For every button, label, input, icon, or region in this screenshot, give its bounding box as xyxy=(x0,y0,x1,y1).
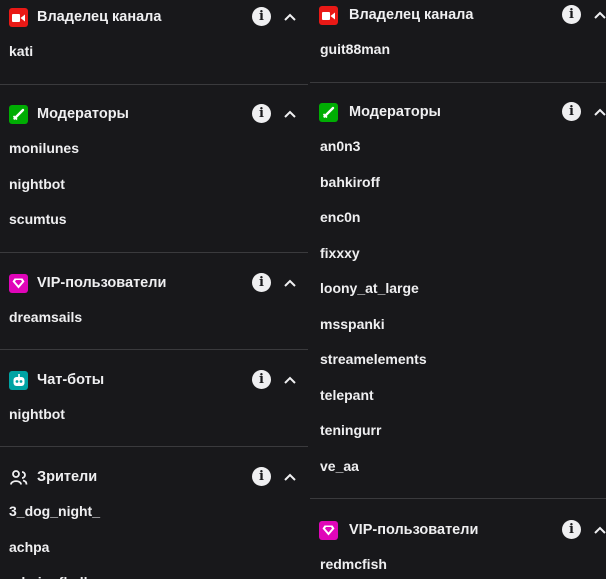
list-item[interactable]: streamelements xyxy=(310,342,606,378)
moderation-panels: Владелец канала i kati Модераторы i moni… xyxy=(0,0,606,579)
list-item[interactable]: scumtus xyxy=(0,202,308,238)
section-divider xyxy=(0,446,308,447)
chevron-up-icon[interactable] xyxy=(592,104,606,120)
viewers-section-header: Зрители i xyxy=(0,460,308,494)
section-divider xyxy=(310,498,606,499)
moderators-section-title: Модераторы xyxy=(349,104,441,120)
list-item[interactable]: teningurr xyxy=(310,413,606,449)
bots-section-title: Чат-боты xyxy=(37,372,105,388)
owner-section-header: Владелец канала i xyxy=(310,0,606,32)
video-camera-icon xyxy=(9,8,28,27)
info-icon[interactable]: i xyxy=(252,273,271,292)
section-divider xyxy=(0,84,308,85)
list-item[interactable]: enc0n xyxy=(310,200,606,236)
bots-section: Чат-боты i nightbot xyxy=(0,363,308,433)
vip-section-header: VIP-пользователи i xyxy=(310,513,606,547)
info-icon[interactable]: i xyxy=(252,467,271,486)
bots-section-header: Чат-боты i xyxy=(0,363,308,397)
chevron-up-icon[interactable] xyxy=(282,469,298,485)
chevron-up-icon[interactable] xyxy=(282,9,298,25)
info-icon[interactable]: i xyxy=(562,102,581,121)
chevron-up-icon[interactable] xyxy=(282,275,298,291)
list-item[interactable]: nightbot xyxy=(0,397,308,433)
moderators-section-title: Модераторы xyxy=(37,106,129,122)
right-chatters-panel: Владелец канала i guit88man Модераторы i… xyxy=(310,0,606,579)
moderators-user-list: monilunes nightbot scumtus xyxy=(0,131,308,238)
info-icon[interactable]: i xyxy=(252,104,271,123)
chevron-up-icon[interactable] xyxy=(592,522,606,538)
owner-section-header: Владелец канала i xyxy=(0,0,308,34)
list-item[interactable]: nightbot xyxy=(0,167,308,203)
list-item[interactable]: achpa xyxy=(0,530,308,566)
list-item[interactable]: dreamsails xyxy=(0,300,308,336)
vip-user-list: dreamsails xyxy=(0,300,308,336)
list-item[interactable]: an0n3 xyxy=(310,129,606,165)
diamond-icon xyxy=(9,274,28,293)
bots-user-list: nightbot xyxy=(0,397,308,433)
info-icon[interactable]: i xyxy=(252,370,271,389)
moderators-user-list: an0n3 bahkiroff enc0n fixxxy loony_at_la… xyxy=(310,129,606,484)
list-item[interactable]: msspanki xyxy=(310,307,606,343)
info-icon[interactable]: i xyxy=(562,5,581,24)
section-divider xyxy=(0,349,308,350)
owner-section-title: Владелец канала xyxy=(37,9,162,25)
left-chatters-panel: Владелец канала i kati Модераторы i moni… xyxy=(0,0,308,579)
info-icon[interactable]: i xyxy=(252,7,271,26)
chevron-up-icon[interactable] xyxy=(282,372,298,388)
list-item[interactable]: ve_aa xyxy=(310,449,606,485)
viewers-icon xyxy=(9,468,28,487)
owner-section: Владелец канала i guit88man xyxy=(310,0,606,68)
list-item[interactable]: kati xyxy=(0,34,308,70)
section-divider xyxy=(0,252,308,253)
viewers-section: Зрители i 3_dog_night_ achpa adminofhell xyxy=(0,460,308,579)
list-item[interactable]: fixxxy xyxy=(310,236,606,272)
moderators-section: Модераторы i an0n3 bahkiroff enc0n fixxx… xyxy=(310,95,606,484)
sword-icon xyxy=(9,105,28,124)
moderators-section: Модераторы i monilunes nightbot scumtus xyxy=(0,97,308,238)
vip-section: VIP-пользователи i dreamsails xyxy=(0,266,308,336)
sword-icon xyxy=(319,103,338,122)
list-item[interactable]: adminofhell xyxy=(0,565,308,579)
section-divider xyxy=(310,82,606,83)
chevron-up-icon[interactable] xyxy=(282,106,298,122)
diamond-icon xyxy=(319,521,338,540)
owner-user-list: guit88man xyxy=(310,32,606,68)
moderators-section-header: Модераторы i xyxy=(0,97,308,131)
robot-icon xyxy=(9,371,28,390)
vip-section: VIP-пользователи i redmcfish xyxy=(310,513,606,579)
owner-section: Владелец канала i kati xyxy=(0,0,308,70)
vip-section-header: VIP-пользователи i xyxy=(0,266,308,300)
owner-user-list: kati xyxy=(0,34,308,70)
viewers-section-title: Зрители xyxy=(37,469,98,485)
list-item[interactable]: guit88man xyxy=(310,32,606,68)
vip-section-title: VIP-пользователи xyxy=(37,275,167,291)
owner-section-title: Владелец канала xyxy=(349,7,474,23)
list-item[interactable]: bahkiroff xyxy=(310,165,606,201)
viewers-user-list: 3_dog_night_ achpa adminofhell xyxy=(0,494,308,579)
list-item[interactable]: telepant xyxy=(310,378,606,414)
list-item[interactable]: loony_at_large xyxy=(310,271,606,307)
vip-user-list: redmcfish xyxy=(310,547,606,579)
moderators-section-header: Модераторы i xyxy=(310,95,606,129)
chevron-up-icon[interactable] xyxy=(592,7,606,23)
list-item[interactable]: 3_dog_night_ xyxy=(0,494,308,530)
list-item[interactable]: redmcfish xyxy=(310,547,606,579)
video-camera-icon xyxy=(319,6,338,25)
vip-section-title: VIP-пользователи xyxy=(349,522,479,538)
info-icon[interactable]: i xyxy=(562,520,581,539)
list-item[interactable]: monilunes xyxy=(0,131,308,167)
